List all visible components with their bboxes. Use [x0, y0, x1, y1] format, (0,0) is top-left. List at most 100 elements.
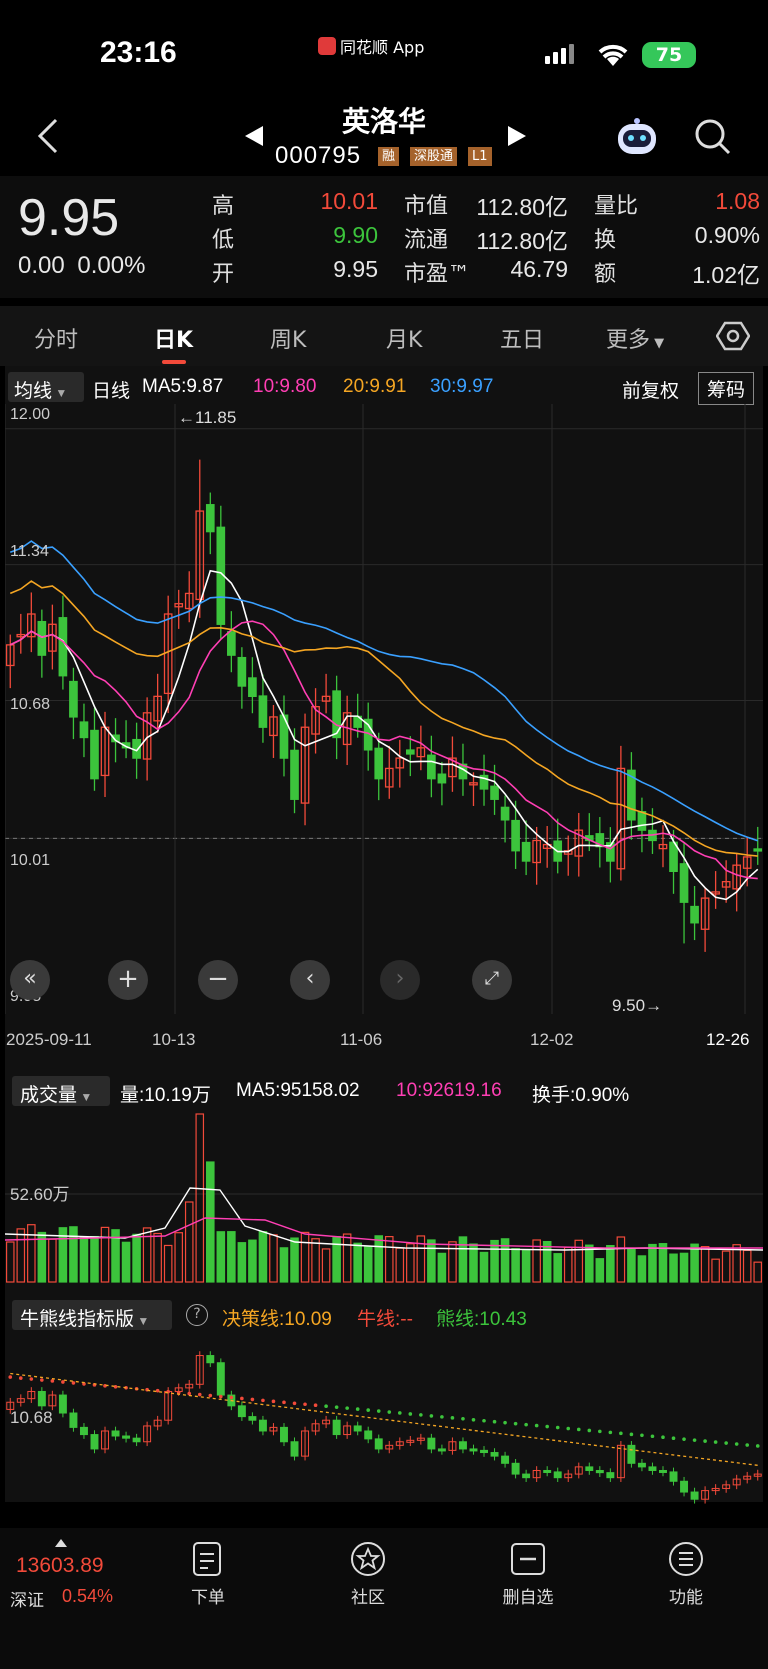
- pe-value: 46.79: [510, 256, 568, 282]
- tab-monthly-k[interactable]: 月K: [386, 322, 422, 354]
- volume-bar: [700, 1246, 710, 1283]
- volume-bar: [300, 1231, 310, 1283]
- bear-dot: [250, 1397, 255, 1402]
- bull-bear-chart[interactable]: [5, 1334, 763, 1510]
- tab-daily-k[interactable]: 日K: [154, 322, 193, 354]
- bear-dot: [598, 1429, 602, 1434]
- bull-candle: [490, 1452, 499, 1457]
- float-value: 112.80亿: [476, 228, 568, 254]
- volume-bar: [658, 1243, 668, 1283]
- volume-bar: [753, 1261, 763, 1283]
- low-value: 9.90: [333, 222, 378, 248]
- candle-down: [248, 677, 257, 698]
- nav-community[interactable]: 社区: [318, 1540, 418, 1608]
- open-label: 开: [212, 262, 235, 287]
- bear-dot: [397, 1411, 402, 1415]
- volume-ma10: 10:92619.16: [396, 1080, 502, 1101]
- zoom-in-icon[interactable]: +: [108, 960, 148, 1000]
- max-price-label: ←11.85: [178, 408, 237, 427]
- vr-label: 量比: [594, 194, 639, 219]
- stock-code: 000795: [275, 142, 362, 169]
- nav-remove-watchlist[interactable]: 删自选: [478, 1540, 578, 1608]
- bear-dot: [566, 1426, 571, 1431]
- tab-more[interactable]: 更多 ▼: [606, 322, 664, 354]
- mktcap-value: 112.80亿: [476, 194, 568, 220]
- bull-candle: [69, 1412, 78, 1428]
- volume-bar: [184, 1201, 194, 1283]
- candle-down: [753, 848, 763, 852]
- candle-down: [290, 749, 299, 800]
- volume-bar: [427, 1239, 436, 1283]
- volume-bar: [237, 1242, 247, 1283]
- fullscreen-icon[interactable]: ⤢: [472, 960, 512, 1000]
- low-label: 低: [212, 228, 235, 253]
- volume-bar: [648, 1243, 657, 1283]
- move-left-icon[interactable]: ‹: [290, 960, 330, 1000]
- bear-dot: [155, 1388, 160, 1393]
- functions-icon: [669, 1542, 703, 1576]
- candle-down: [405, 749, 415, 755]
- tab-five-day[interactable]: 五日: [500, 322, 544, 354]
- volume-bar: [479, 1251, 489, 1283]
- volume-y-label: 52.60万: [10, 1185, 70, 1204]
- bear-dot: [240, 1396, 244, 1401]
- bear-dot: [355, 1407, 360, 1411]
- volume-chart[interactable]: [5, 1108, 763, 1284]
- bull-candle: [364, 1430, 373, 1440]
- bear-line: 熊线:10.43: [436, 1309, 527, 1330]
- bear-dot: [229, 1395, 234, 1400]
- nav-functions[interactable]: 功能: [636, 1540, 736, 1608]
- bear-dot: [682, 1437, 686, 1441]
- amount-value: 1.02亿: [692, 262, 760, 288]
- adjust-label[interactable]: 前复权: [622, 376, 679, 403]
- chips-button[interactable]: 筹码: [698, 372, 755, 405]
- volume-bar: [216, 1231, 226, 1283]
- settings-icon[interactable]: [716, 320, 750, 352]
- bull-candle: [280, 1426, 288, 1443]
- bear-dot: [334, 1405, 339, 1409]
- bear-dot: [734, 1442, 739, 1446]
- bear-dot: [282, 1400, 286, 1405]
- index-value[interactable]: 13603.89: [16, 1554, 104, 1578]
- zoom-out-icon[interactable]: −: [198, 960, 238, 1000]
- help-icon[interactable]: ?: [186, 1304, 208, 1326]
- bear-dot: [208, 1393, 213, 1398]
- bull-candle: [79, 1426, 88, 1436]
- volume-bar: [342, 1233, 352, 1283]
- app-badge-icon: [318, 37, 336, 55]
- volume-bar: [542, 1240, 552, 1283]
- kline-chart[interactable]: [5, 404, 763, 1024]
- bull-candle: [90, 1434, 99, 1450]
- volume-bar: [585, 1244, 594, 1283]
- open-value: 9.95: [333, 256, 378, 282]
- volume-ma5: MA5:95158.02: [236, 1080, 360, 1101]
- tab-weekly-k[interactable]: 周K: [270, 322, 306, 354]
- robot-assistant-icon[interactable]: [614, 116, 660, 158]
- volume-bar: [279, 1247, 289, 1283]
- collapse-left-icon[interactable]: «: [10, 960, 50, 1000]
- volume-bar: [521, 1249, 531, 1283]
- volume-bar: [469, 1243, 478, 1283]
- bull-candle: [374, 1438, 383, 1450]
- candle-down: [79, 721, 89, 739]
- high-value: 10.01: [320, 188, 378, 214]
- tab-intraday[interactable]: 分时: [34, 322, 78, 354]
- bear-dot: [608, 1430, 613, 1435]
- turnover-value: 0.90%: [694, 222, 760, 248]
- volume-bar: [27, 1224, 36, 1283]
- bull-candle: [690, 1491, 699, 1500]
- bull-candle: [216, 1362, 225, 1396]
- bear-dot: [18, 1376, 23, 1380]
- bull-candle: [132, 1437, 141, 1443]
- volume-bar: [258, 1231, 268, 1283]
- search-icon[interactable]: [694, 118, 732, 156]
- pe-label: 市盈™: [404, 262, 471, 287]
- candle-down: [437, 773, 447, 784]
- index-pct: 0.54%: [62, 1586, 114, 1606]
- bear-dot: [587, 1428, 592, 1433]
- nav-order-label: 下单: [191, 1588, 225, 1608]
- nav-order[interactable]: 下单: [158, 1540, 258, 1608]
- signal-icon: [545, 44, 574, 64]
- ma30-value: 30:9.97: [430, 376, 494, 397]
- move-right-icon[interactable]: ›: [380, 960, 420, 1000]
